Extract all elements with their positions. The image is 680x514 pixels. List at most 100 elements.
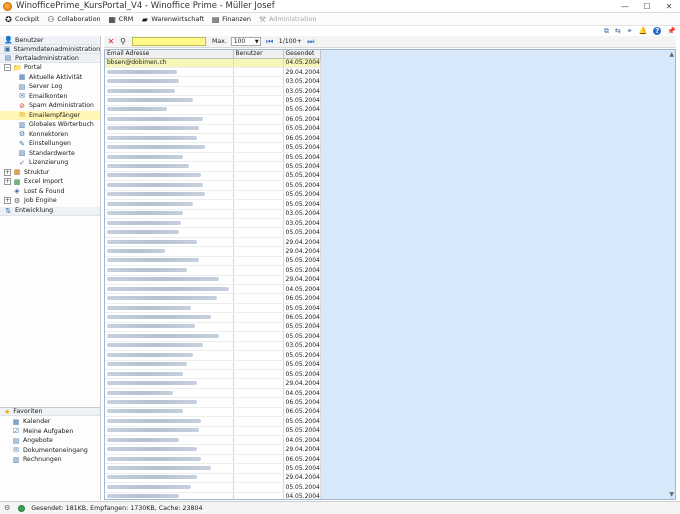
column-header-email[interactable]: Email Adresse	[105, 50, 234, 59]
favorite-item-dokumenteneingang[interactable]: ✉ Dokumenteneingang	[0, 446, 100, 456]
table-row[interactable]: 03.05.2004	[105, 86, 321, 97]
table-row[interactable]: 05.05.2004	[105, 350, 321, 361]
window-icon[interactable]: ⧉	[604, 27, 609, 36]
favorite-item-angebote[interactable]: ▤ Angebote	[0, 436, 100, 446]
table-row[interactable]: 04.05.2004	[105, 435, 321, 446]
search-button[interactable]: ⚲	[118, 37, 128, 47]
max-results-select[interactable]: 100 ▼	[230, 37, 261, 46]
tree-item-standardwerte[interactable]: ▧ Standardwerte	[0, 149, 100, 159]
table-row[interactable]: bbsen@dobimen.ch 04.05.2004	[105, 58, 321, 68]
favorites-header[interactable]: ★ Favoriten	[0, 407, 100, 416]
collapse-icon[interactable]: −	[4, 64, 11, 72]
tree-item-spam-administration[interactable]: ⊘ Spam Administration	[0, 101, 100, 111]
table-row[interactable]: 03.05.2004	[105, 341, 321, 352]
table-row[interactable]: 05.05.2004	[105, 105, 321, 116]
toolbar-warenwirtschaft-button[interactable]: ▰ Warenwirtschaft	[140, 15, 204, 24]
table-row[interactable]: 05.05.2004	[105, 152, 321, 163]
expand-icon[interactable]: +	[4, 168, 11, 176]
table-row[interactable]: 06.05.2004	[105, 407, 321, 418]
table-row[interactable]: 06.05.2004	[105, 312, 321, 323]
table-row[interactable]: 05.05.2004	[105, 124, 321, 135]
table-row[interactable]: 03.05.2004	[105, 209, 321, 219]
first-page-button[interactable]: ⏮	[265, 37, 275, 47]
link-icon[interactable]: ⚭	[627, 27, 633, 35]
table-row[interactable]: 29.04.2004	[105, 246, 321, 257]
scroll-up-button[interactable]: ▲	[669, 51, 674, 58]
pin-icon[interactable]: 📌	[667, 27, 676, 35]
table-row[interactable]: 05.05.2004	[105, 331, 321, 342]
table-row[interactable]: 05.05.2004	[105, 171, 321, 182]
tree-item-portal[interactable]: − 📁 Portal	[0, 63, 100, 73]
table-row[interactable]: 05.05.2004	[105, 256, 321, 267]
favorite-item-rechnungen[interactable]: ▥ Rechnungen	[0, 455, 100, 465]
table-row[interactable]: 04.05.2004	[105, 492, 321, 499]
tree-item-emailempfänger[interactable]: ✉ Emailempfänger	[0, 110, 100, 120]
table-row[interactable]: 05.05.2004	[105, 369, 321, 380]
toolbar-collaboration-button[interactable]: ⚇ Collaboration	[46, 15, 100, 24]
table-row[interactable]: 29.04.2004	[105, 67, 321, 78]
toolbar-cockpit-button[interactable]: ✪ Cockpit	[4, 15, 39, 24]
favorite-item-meine-aufgaben[interactable]: ☑ Meine Aufgaben	[0, 427, 100, 437]
table-row[interactable]: 06.05.2004	[105, 454, 321, 465]
favorite-item-kalender[interactable]: ▦ Kalender	[0, 417, 100, 427]
table-row[interactable]: 06.05.2004	[105, 293, 321, 304]
sidebar-section-stammdatenadministration[interactable]: ▣ Stammdatenadministration	[0, 45, 100, 54]
table-row[interactable]: 29.04.2004	[105, 237, 321, 248]
toolbar-crm-button[interactable]: ▦ CRM	[108, 15, 133, 24]
column-header-sent[interactable]: Gesendet	[283, 50, 321, 59]
tree-item-lost-found[interactable]: ◈ Lost & Found	[0, 187, 100, 197]
table-row[interactable]: 06.05.2004	[105, 133, 321, 144]
table-row[interactable]: 05.05.2004	[105, 180, 321, 191]
tree-item-struktur[interactable]: + ▦ Struktur	[0, 168, 100, 178]
tree-item-emailkonten[interactable]: ✉ Emailkonten	[0, 92, 100, 102]
table-row[interactable]: 05.05.2004	[105, 142, 321, 153]
tree-item-excel-import[interactable]: + ▩ Excel Import	[0, 177, 100, 187]
table-row[interactable]: 04.05.2004	[105, 388, 321, 399]
table-row[interactable]: 05.05.2004	[105, 360, 321, 370]
table-row[interactable]: 05.05.2004	[105, 303, 321, 314]
expand-icon[interactable]: +	[4, 197, 11, 205]
close-button[interactable]: ✕	[658, 0, 680, 13]
table-row[interactable]: 29.04.2004	[105, 444, 321, 455]
toolbar-finanzen-button[interactable]: ▤ Finanzen	[211, 15, 251, 24]
settings-icon[interactable]: ⚙	[4, 504, 10, 512]
tree-item-konnektoren[interactable]: ⚙ Konnektoren	[0, 130, 100, 140]
maximize-button[interactable]: ☐	[636, 0, 658, 13]
table-row[interactable]: 05.05.2004	[105, 482, 321, 493]
table-row[interactable]: 03.05.2004	[105, 218, 321, 229]
table-row[interactable]: 03.05.2004	[105, 76, 321, 87]
table-row[interactable]: 05.05.2004	[105, 426, 321, 437]
share-icon[interactable]: ⇆	[615, 27, 621, 35]
table-row[interactable]: 05.05.2004	[105, 190, 321, 201]
table-row[interactable]: 05.05.2004	[105, 265, 321, 276]
sidebar-section-portaladministration[interactable]: ▤ Portaladministration	[0, 54, 100, 63]
table-row[interactable]: 29.04.2004	[105, 473, 321, 484]
table-row[interactable]: 05.05.2004	[105, 161, 321, 172]
table-row[interactable]: 05.05.2004	[105, 199, 321, 210]
table-row[interactable]: 05.05.2004	[105, 416, 321, 427]
tree-item-einstellungen[interactable]: ✎ Einstellungen	[0, 139, 100, 149]
table-row[interactable]: 29.04.2004	[105, 378, 321, 389]
table-row[interactable]: 05.05.2004	[105, 463, 321, 474]
table-row[interactable]: 06.05.2004	[105, 114, 321, 125]
tree-item-aktuelle-aktivität[interactable]: ▦ Aktuelle Aktivität	[0, 73, 100, 83]
table-row[interactable]: 05.05.2004	[105, 227, 321, 238]
table-row[interactable]: 06.05.2004	[105, 397, 321, 408]
tree-item-globales-wörterbuch[interactable]: ▥ Globales Wörterbuch	[0, 120, 100, 130]
clear-button[interactable]: ✕	[106, 37, 116, 47]
expand-icon[interactable]: +	[4, 178, 11, 186]
sidebar-section-benutzer[interactable]: 👤 Benutzer	[0, 36, 100, 45]
table-row[interactable]: 04.05.2004	[105, 284, 321, 295]
column-header-user[interactable]: Benutzer	[233, 50, 284, 59]
tree-item-job-engine[interactable]: + ⚙ Job Engine	[0, 196, 100, 206]
notification-icon[interactable]: 🔔	[639, 27, 648, 35]
scroll-down-button[interactable]: ▼	[669, 491, 674, 498]
table-row[interactable]: 29.04.2004	[105, 275, 321, 286]
table-row[interactable]: 05.05.2004	[105, 95, 321, 106]
help-icon[interactable]: ?	[653, 27, 662, 35]
tree-item-server-log[interactable]: ▤ Server Log	[0, 82, 100, 92]
next-page-button[interactable]: ⏭	[306, 37, 316, 47]
search-input[interactable]	[132, 37, 206, 46]
tree-item-lizenzierung[interactable]: ✓ Lizenzierung	[0, 158, 100, 168]
toolbar-administration-button[interactable]: ⚒ Administration	[258, 15, 317, 24]
